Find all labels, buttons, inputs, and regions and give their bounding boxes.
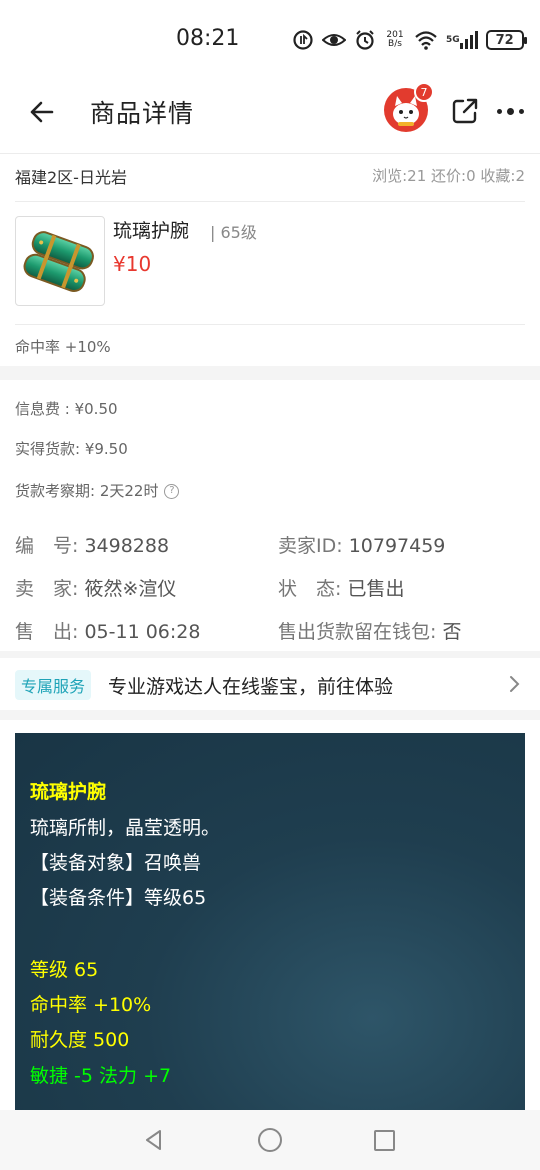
item-level: | 65级 [210, 223, 257, 242]
desc-stat: 耐久度 500 [30, 1029, 130, 1051]
back-button[interactable] [24, 94, 60, 130]
nav-home-icon[interactable] [258, 1128, 282, 1152]
item-image[interactable] [15, 216, 105, 306]
avatar[interactable]: 7 [384, 82, 434, 132]
data-saver-icon [292, 29, 314, 51]
signal-icon: 5G [446, 31, 478, 49]
service-text: 专业游戏达人在线鉴宝，前往体验 [108, 676, 394, 698]
desc-line: 琉璃所制，晶莹透明。 [30, 817, 221, 839]
listing-stats: 浏览:21 还价:0 收藏:2 [372, 167, 525, 185]
status-icons: 201 B/s 5G 72 [292, 26, 527, 54]
appraisal-service-row[interactable]: 专属服务 专业游戏达人在线鉴宝，前往体验 [0, 658, 540, 710]
item-attribute: 命中率 +10% [15, 338, 111, 356]
section-gap [0, 710, 540, 720]
listing-status: 状 态: 已售出 [278, 578, 405, 600]
more-icon [496, 108, 502, 114]
desc-line: 【装备对象】召唤兽 [30, 852, 202, 874]
network-speed-icon: 201 B/s [386, 30, 404, 49]
item-price: ¥10 [113, 252, 152, 276]
share-icon [452, 98, 478, 124]
desc-bonus: 敏捷 -5 法力 +7 [30, 1065, 172, 1087]
inspection-period: 货款考察期: 2天22时? [15, 480, 180, 501]
nav-back-icon[interactable] [142, 1128, 166, 1152]
notification-badge: 7 [414, 82, 434, 102]
desc-line: 【装备条件】等级65 [30, 887, 207, 909]
sold-time: 售 出: 05-11 06:28 [15, 621, 201, 643]
chevron-right-icon [510, 676, 520, 692]
seller-id: 卖家ID: 10797459 [278, 535, 446, 557]
battery-icon: 72 [485, 30, 527, 50]
help-icon[interactable]: ? [164, 484, 180, 499]
wallet-retention: 售出货款留在钱包: 否 [278, 621, 462, 643]
back-arrow-icon [30, 101, 54, 123]
eye-icon [322, 30, 346, 50]
more-button[interactable] [494, 98, 526, 124]
divider [0, 153, 540, 154]
alarm-icon [354, 29, 376, 51]
desc-title: 琉璃护腕 [30, 781, 107, 803]
status-bar: 08:21 201 B/s 5G 72 [0, 0, 540, 80]
page-title: 商品详情 [90, 99, 195, 128]
seller-name: 卖 家: 筱然※渲仪 [15, 578, 177, 600]
item-name: 琉璃护腕 [113, 220, 190, 242]
nav-recent-icon[interactable] [374, 1130, 395, 1151]
share-button[interactable] [450, 96, 480, 126]
app-header: 商品详情 7 [0, 80, 540, 144]
system-nav-bar [0, 1110, 540, 1170]
desc-stat: 命中率 +10% [30, 994, 152, 1016]
server-name: 福建2区-日光岩 [15, 168, 127, 187]
item-description-card: 琉璃护腕 琉璃所制，晶莹透明。 【装备对象】召唤兽 【装备条件】等级65 等级 … [15, 733, 525, 1113]
section-gap [0, 366, 540, 380]
service-tag: 专属服务 [15, 670, 92, 700]
desc-stat: 等级 65 [30, 959, 99, 981]
divider [15, 324, 525, 325]
status-time: 08:21 [176, 26, 240, 51]
section-gap [0, 651, 540, 658]
actual-payment: 实得货款: ¥9.50 [15, 440, 128, 458]
divider [15, 201, 525, 202]
wifi-icon [414, 30, 438, 50]
info-fee: 信息费 : ¥0.50 [15, 400, 118, 418]
bracer-item-icon [23, 231, 94, 292]
listing-id: 编 号: 3498288 [15, 535, 170, 557]
